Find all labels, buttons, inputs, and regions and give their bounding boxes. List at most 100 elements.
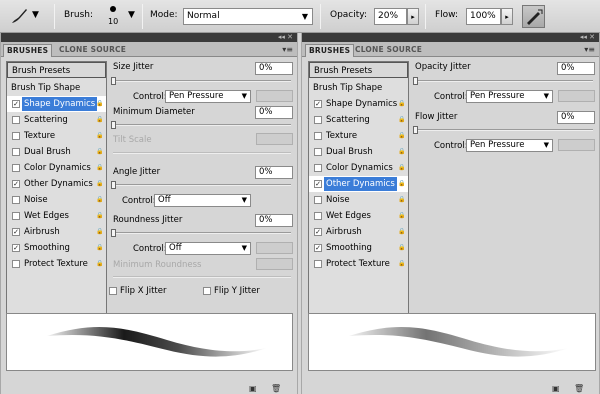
setting-checkbox[interactable] bbox=[314, 148, 322, 156]
setting-checkbox[interactable]: ✓ bbox=[314, 244, 322, 252]
slider-thumb[interactable] bbox=[111, 77, 116, 85]
size-jitter-input[interactable]: 0% bbox=[255, 62, 293, 75]
slider-thumb[interactable] bbox=[413, 77, 418, 85]
setting-checkbox[interactable] bbox=[12, 164, 20, 172]
angle-control-select[interactable]: Off ▼ bbox=[154, 194, 251, 207]
flip-y-checkbox[interactable] bbox=[203, 287, 211, 295]
brush-setting-item[interactable]: Wet Edges 🔒 bbox=[309, 208, 408, 224]
brush-setting-item[interactable]: Color Dynamics 🔒 bbox=[309, 160, 408, 176]
new-preset-icon[interactable]: ▣ bbox=[249, 384, 257, 393]
setting-checkbox[interactable] bbox=[12, 196, 20, 204]
lock-icon[interactable]: 🔒 bbox=[96, 211, 103, 220]
brush-setting-item[interactable]: Scattering 🔒 bbox=[7, 112, 106, 128]
brush-setting-item[interactable]: Noise 🔒 bbox=[309, 192, 408, 208]
lock-icon[interactable]: 🔒 bbox=[96, 243, 103, 252]
flip-x-checkbox[interactable] bbox=[109, 287, 117, 295]
lock-icon[interactable]: 🔒 bbox=[96, 131, 103, 140]
min-diameter-input[interactable]: 0% bbox=[255, 106, 293, 119]
airbrush-toggle-button[interactable] bbox=[522, 5, 545, 28]
new-preset-icon[interactable]: ▣ bbox=[552, 384, 560, 393]
setting-checkbox[interactable]: ✓ bbox=[314, 180, 322, 188]
mode-select[interactable]: Normal ▼ bbox=[183, 8, 313, 25]
brush-setting-item[interactable]: ✓ Airbrush 🔒 bbox=[309, 224, 408, 240]
brush-setting-item[interactable]: Protect Texture 🔒 bbox=[7, 256, 106, 272]
flow-jitter-input[interactable]: 0% bbox=[557, 111, 595, 124]
slider-thumb[interactable] bbox=[413, 126, 418, 134]
trash-icon[interactable]: 🗑 bbox=[574, 384, 584, 393]
tab-brushes[interactable]: BRUSHES bbox=[3, 44, 53, 57]
setting-checkbox[interactable]: ✓ bbox=[12, 100, 20, 108]
panel-menu-icon[interactable]: ▾≡ bbox=[584, 45, 595, 54]
setting-checkbox[interactable] bbox=[314, 212, 322, 220]
brush-tip-shape-item[interactable]: Brush Tip Shape bbox=[309, 80, 408, 96]
brush-tip-shape-item[interactable]: Brush Tip Shape bbox=[7, 80, 106, 96]
tool-preset-dropdown-icon[interactable]: ▼ bbox=[32, 10, 39, 20]
brush-setting-item[interactable]: ✓ Smoothing 🔒 bbox=[7, 240, 106, 256]
roundness-jitter-slider[interactable] bbox=[111, 229, 291, 237]
lock-icon[interactable]: 🔒 bbox=[398, 131, 405, 140]
flow-control-select[interactable]: Pen Pressure ▼ bbox=[466, 139, 553, 152]
panel-collapse-bar[interactable]: ◂◂ ✕ bbox=[302, 33, 599, 42]
setting-checkbox[interactable] bbox=[314, 116, 322, 124]
brush-setting-item[interactable]: ✓ Airbrush 🔒 bbox=[7, 224, 106, 240]
flow-input[interactable]: 100% bbox=[466, 8, 501, 25]
brush-setting-item[interactable]: Dual Brush 🔒 bbox=[309, 144, 408, 160]
angle-jitter-input[interactable]: 0% bbox=[255, 166, 293, 179]
lock-icon[interactable]: 🔒 bbox=[398, 99, 405, 108]
brush-setting-item[interactable]: ✓ Other Dynamics 🔒 bbox=[7, 176, 106, 192]
slider-thumb[interactable] bbox=[111, 181, 116, 189]
brush-setting-item[interactable]: Noise 🔒 bbox=[7, 192, 106, 208]
angle-jitter-slider[interactable] bbox=[111, 181, 291, 189]
tab-brushes[interactable]: BRUSHES bbox=[305, 44, 355, 57]
brush-presets-item[interactable]: Brush Presets bbox=[7, 62, 106, 78]
setting-checkbox[interactable] bbox=[314, 132, 322, 140]
opacity-input[interactable]: 20% bbox=[374, 8, 407, 25]
brush-setting-item[interactable]: Wet Edges 🔒 bbox=[7, 208, 106, 224]
lock-icon[interactable]: 🔒 bbox=[398, 227, 405, 236]
roundness-jitter-input[interactable]: 0% bbox=[255, 214, 293, 227]
setting-checkbox[interactable] bbox=[314, 260, 322, 268]
brush-setting-item[interactable]: Color Dynamics 🔒 bbox=[7, 160, 106, 176]
setting-checkbox[interactable] bbox=[12, 116, 20, 124]
lock-icon[interactable]: 🔒 bbox=[398, 179, 405, 188]
lock-icon[interactable]: 🔒 bbox=[398, 147, 405, 156]
brush-setting-item[interactable]: ✓ Shape Dynamics 🔒 bbox=[309, 96, 408, 112]
setting-checkbox[interactable] bbox=[314, 164, 322, 172]
panel-collapse-bar[interactable]: ◂◂ ✕ bbox=[1, 33, 297, 42]
panel-menu-icon[interactable]: ▾≡ bbox=[282, 45, 293, 54]
brush-setting-item[interactable]: ✓ Other Dynamics 🔒 bbox=[309, 176, 408, 192]
setting-checkbox[interactable]: ✓ bbox=[12, 180, 20, 188]
lock-icon[interactable]: 🔒 bbox=[398, 243, 405, 252]
opacity-jitter-input[interactable]: 0% bbox=[557, 62, 595, 75]
roundness-control-select[interactable]: Off ▼ bbox=[165, 242, 251, 255]
brush-picker-arrow-icon[interactable]: ▼ bbox=[128, 10, 135, 20]
setting-checkbox[interactable]: ✓ bbox=[314, 100, 322, 108]
tab-clone-source[interactable]: CLONE SOURCE bbox=[56, 44, 129, 57]
lock-icon[interactable]: 🔒 bbox=[398, 259, 405, 268]
min-diameter-slider[interactable] bbox=[111, 121, 291, 129]
tab-clone-source[interactable]: CLONE SOURCE bbox=[352, 44, 425, 57]
setting-checkbox[interactable] bbox=[12, 132, 20, 140]
setting-checkbox[interactable] bbox=[314, 196, 322, 204]
setting-checkbox[interactable]: ✓ bbox=[314, 228, 322, 236]
lock-icon[interactable]: 🔒 bbox=[398, 115, 405, 124]
setting-checkbox[interactable] bbox=[12, 148, 20, 156]
brush-tip-preview-icon[interactable] bbox=[110, 6, 116, 12]
brush-tool-icon[interactable] bbox=[8, 6, 30, 26]
lock-icon[interactable]: 🔒 bbox=[96, 147, 103, 156]
lock-icon[interactable]: 🔒 bbox=[96, 115, 103, 124]
size-control-select[interactable]: Pen Pressure ▼ bbox=[165, 90, 251, 103]
brush-setting-item[interactable]: Dual Brush 🔒 bbox=[7, 144, 106, 160]
setting-checkbox[interactable] bbox=[12, 260, 20, 268]
setting-checkbox[interactable]: ✓ bbox=[12, 244, 20, 252]
flow-jitter-slider[interactable] bbox=[413, 126, 593, 134]
brush-setting-item[interactable]: Protect Texture 🔒 bbox=[309, 256, 408, 272]
lock-icon[interactable]: 🔒 bbox=[96, 163, 103, 172]
brush-setting-item[interactable]: Texture 🔒 bbox=[7, 128, 106, 144]
slider-thumb[interactable] bbox=[111, 121, 116, 129]
lock-icon[interactable]: 🔒 bbox=[398, 163, 405, 172]
lock-icon[interactable]: 🔒 bbox=[96, 99, 103, 108]
opacity-jitter-slider[interactable] bbox=[413, 77, 593, 85]
lock-icon[interactable]: 🔒 bbox=[96, 179, 103, 188]
size-jitter-slider[interactable] bbox=[111, 77, 291, 85]
